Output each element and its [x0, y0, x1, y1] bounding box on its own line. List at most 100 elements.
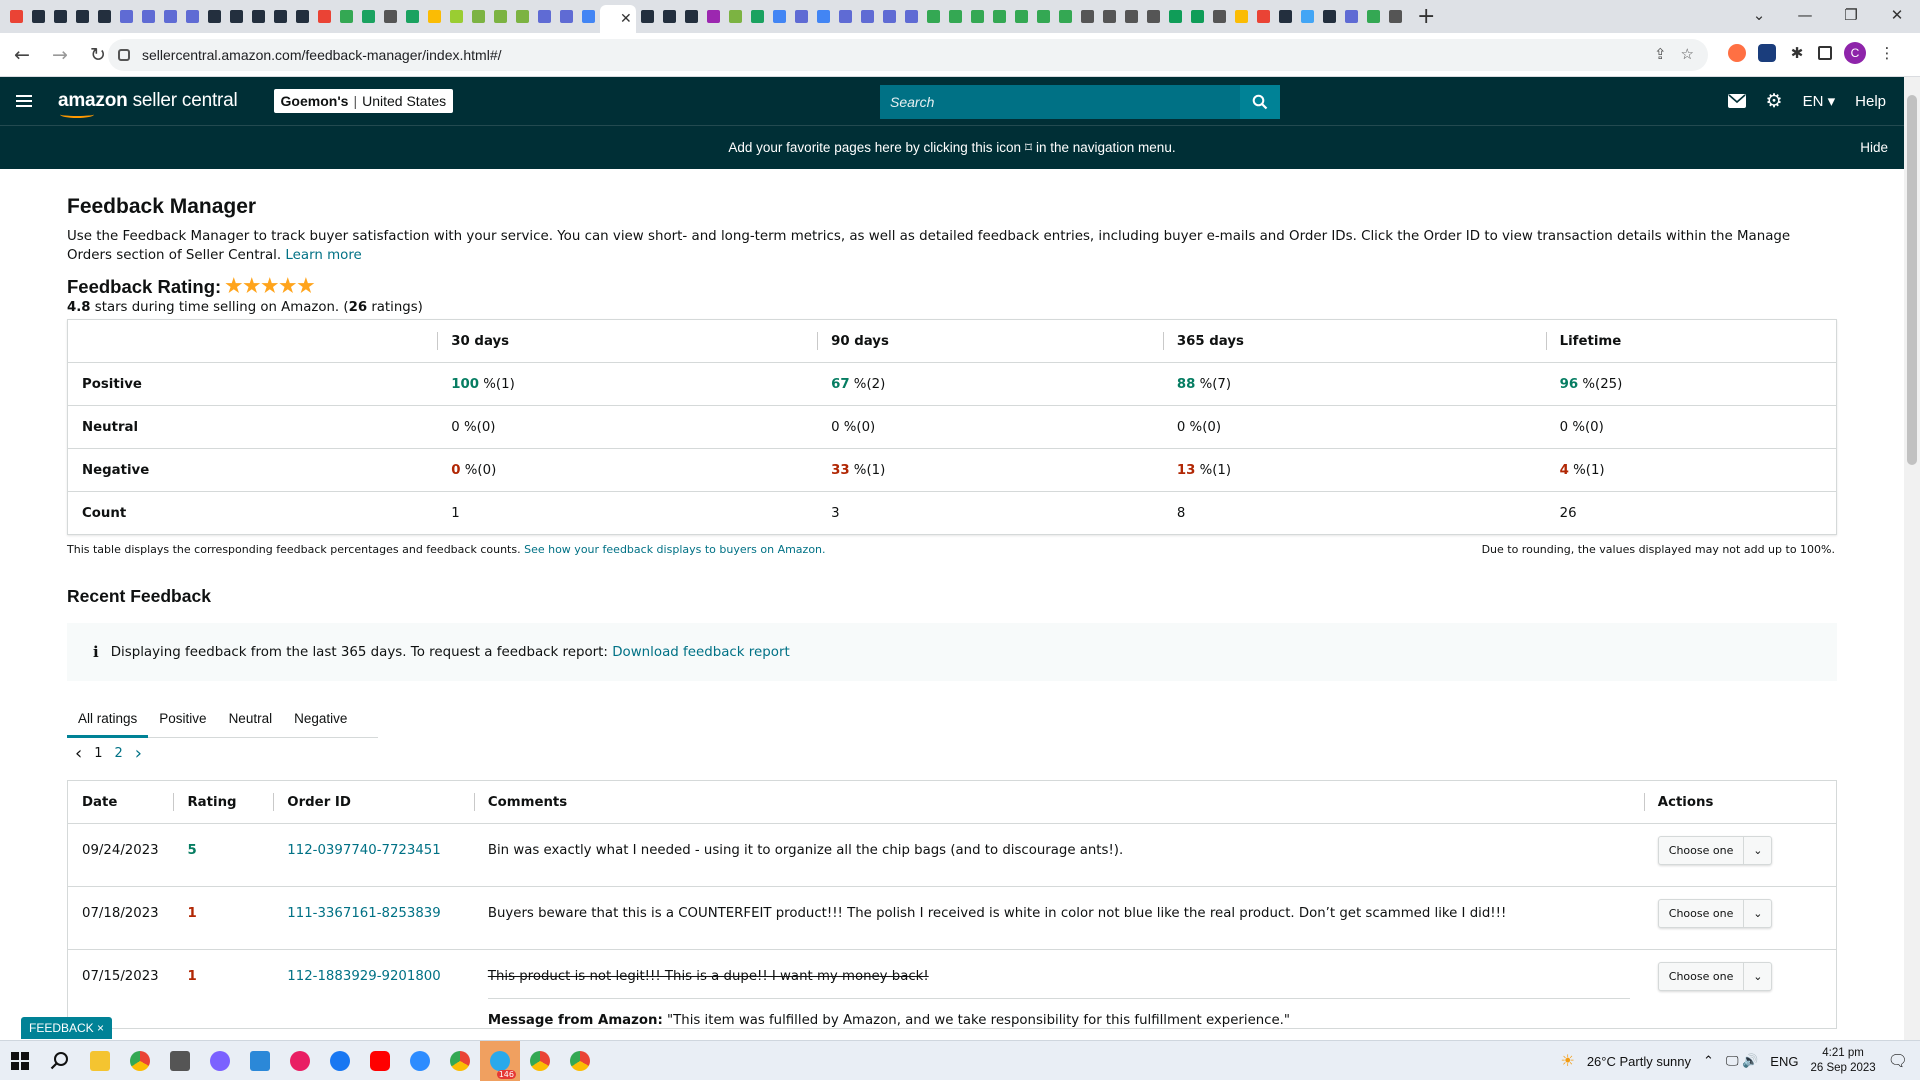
download-feedback-report-link[interactable]: Download feedback report — [612, 645, 790, 660]
chrome-profile-icon[interactable] — [520, 1041, 560, 1081]
browser-tab[interactable] — [769, 8, 790, 26]
browser-tab[interactable] — [292, 8, 313, 26]
browser-tab[interactable] — [1341, 8, 1362, 26]
browser-tab[interactable] — [857, 8, 878, 26]
browser-tab[interactable] — [1231, 8, 1252, 26]
browser-tab[interactable] — [314, 8, 335, 26]
browser-tab[interactable] — [1055, 8, 1076, 26]
weather-icon[interactable]: ☀ — [1560, 1051, 1574, 1071]
facebook-icon[interactable] — [320, 1041, 360, 1081]
puzzle-icon[interactable]: ✱ — [1788, 44, 1806, 62]
browser-tab[interactable] — [1297, 8, 1318, 26]
choose-one-dropdown[interactable]: Choose one ⌄ — [1657, 836, 1773, 865]
extension-icon[interactable] — [1728, 44, 1746, 62]
bookmark-star-icon[interactable]: ☆ — [1681, 45, 1694, 63]
maximize-icon[interactable]: ❐ — [1828, 6, 1874, 24]
network-volume-icon[interactable]: 🖵 🔊 — [1726, 1053, 1758, 1069]
hamburger-menu-icon[interactable] — [16, 92, 32, 110]
browser-tab[interactable] — [1187, 8, 1208, 26]
chrome-profile-icon[interactable] — [560, 1041, 600, 1081]
browser-tab[interactable] — [490, 8, 511, 26]
chevron-down-icon[interactable]: ⌄ — [1743, 900, 1771, 927]
browser-tab[interactable] — [556, 8, 577, 26]
browser-tab[interactable] — [72, 8, 93, 26]
browser-tab[interactable] — [270, 8, 291, 26]
active-tab[interactable]: ✕ — [600, 5, 636, 33]
browser-tab[interactable] — [637, 8, 658, 26]
search-icon[interactable] — [40, 1041, 80, 1081]
sidepanel-icon[interactable] — [1818, 46, 1832, 60]
browser-tab[interactable] — [446, 8, 467, 26]
mail-icon[interactable] — [1727, 94, 1746, 108]
file-explorer-icon[interactable] — [80, 1041, 120, 1081]
browser-tab[interactable] — [1319, 8, 1340, 26]
close-tab-icon[interactable]: ✕ — [620, 11, 632, 27]
tab-positive[interactable]: Positive — [148, 699, 217, 738]
profile-avatar[interactable]: C — [1844, 42, 1866, 64]
weather-text[interactable]: 26°C Partly sunny — [1587, 1054, 1691, 1069]
browser-tab[interactable] — [160, 8, 181, 26]
amazon-seller-central-logo[interactable]: amazon seller central — [58, 90, 238, 118]
browser-tab[interactable] — [835, 8, 856, 26]
browser-tab[interactable] — [813, 8, 834, 26]
page-scrollbar[interactable] — [1904, 77, 1920, 1040]
browser-tab[interactable] — [703, 8, 724, 26]
snipping-tool-icon[interactable] — [280, 1041, 320, 1081]
browser-tab[interactable] — [336, 8, 357, 26]
learn-more-link[interactable]: Learn more — [285, 248, 361, 263]
browser-tab[interactable] — [1011, 8, 1032, 26]
hide-banner-button[interactable]: Hide — [1860, 140, 1888, 155]
browser-tab[interactable] — [747, 8, 768, 26]
browser-tab[interactable] — [967, 8, 988, 26]
chrome-icon[interactable] — [120, 1041, 160, 1081]
help-link[interactable]: Help — [1855, 93, 1886, 110]
search-button[interactable] — [1240, 85, 1280, 119]
tab-neutral[interactable]: Neutral — [218, 699, 284, 738]
browser-tab[interactable] — [1121, 8, 1142, 26]
browser-tab[interactable] — [923, 8, 944, 26]
choose-one-dropdown[interactable]: Choose one ⌄ — [1657, 899, 1773, 928]
browser-tab[interactable] — [6, 8, 27, 26]
browser-tab[interactable] — [1033, 8, 1054, 26]
browser-tab[interactable] — [94, 8, 115, 26]
browser-tab[interactable] — [989, 8, 1010, 26]
browser-tab[interactable] — [879, 8, 900, 26]
see-feedback-display-link[interactable]: See how your feedback displays to buyers… — [524, 543, 825, 556]
browser-tab[interactable] — [945, 8, 966, 26]
calculator-icon[interactable] — [160, 1041, 200, 1081]
forward-icon[interactable]: → — [44, 44, 76, 66]
feedback-button[interactable]: FEEDBACK × — [21, 1017, 113, 1039]
input-language[interactable]: ENG — [1770, 1054, 1798, 1069]
youtube-icon[interactable] — [360, 1041, 400, 1081]
search-input[interactable] — [880, 85, 1240, 119]
store-icon[interactable] — [240, 1041, 280, 1081]
browser-tab[interactable] — [725, 8, 746, 26]
browser-tab[interactable] — [248, 8, 269, 26]
extension-icon[interactable] — [1758, 44, 1776, 62]
chevron-down-icon[interactable]: ⌄ — [1743, 963, 1771, 990]
browser-tab[interactable] — [791, 8, 812, 26]
browser-tab[interactable] — [380, 8, 401, 26]
browser-tab[interactable] — [1165, 8, 1186, 26]
url-text[interactable]: sellercentral.amazon.com/feedback-manage… — [142, 47, 502, 63]
browser-tab[interactable] — [204, 8, 225, 26]
order-id-link[interactable]: 112-0397740-7723451 — [287, 843, 440, 858]
settings-gear-icon[interactable]: ⚙ — [1766, 90, 1783, 113]
browser-tab[interactable] — [659, 8, 680, 26]
zoom-icon[interactable] — [400, 1041, 440, 1081]
menu-kebab-icon[interactable]: ⋮ — [1878, 44, 1896, 62]
browser-tab[interactable] — [1253, 8, 1274, 26]
page-1[interactable]: 1 — [94, 746, 102, 761]
tab-all-ratings[interactable]: All ratings — [67, 699, 149, 738]
browser-tab[interactable] — [50, 8, 71, 26]
minimize-icon[interactable]: — — [1782, 6, 1828, 24]
browser-tab[interactable] — [1275, 8, 1296, 26]
browser-tab[interactable] — [681, 8, 702, 26]
browser-tab[interactable] — [578, 8, 599, 26]
share-icon[interactable]: ⇪ — [1654, 45, 1667, 63]
notifications-icon[interactable]: 🗨 — [1888, 1051, 1908, 1071]
order-id-link[interactable]: 112-1883929-9201800 — [287, 969, 440, 984]
browser-tab[interactable] — [1385, 8, 1406, 26]
language-selector[interactable]: EN ▾ — [1803, 92, 1836, 110]
browser-tab[interactable] — [1143, 8, 1164, 26]
